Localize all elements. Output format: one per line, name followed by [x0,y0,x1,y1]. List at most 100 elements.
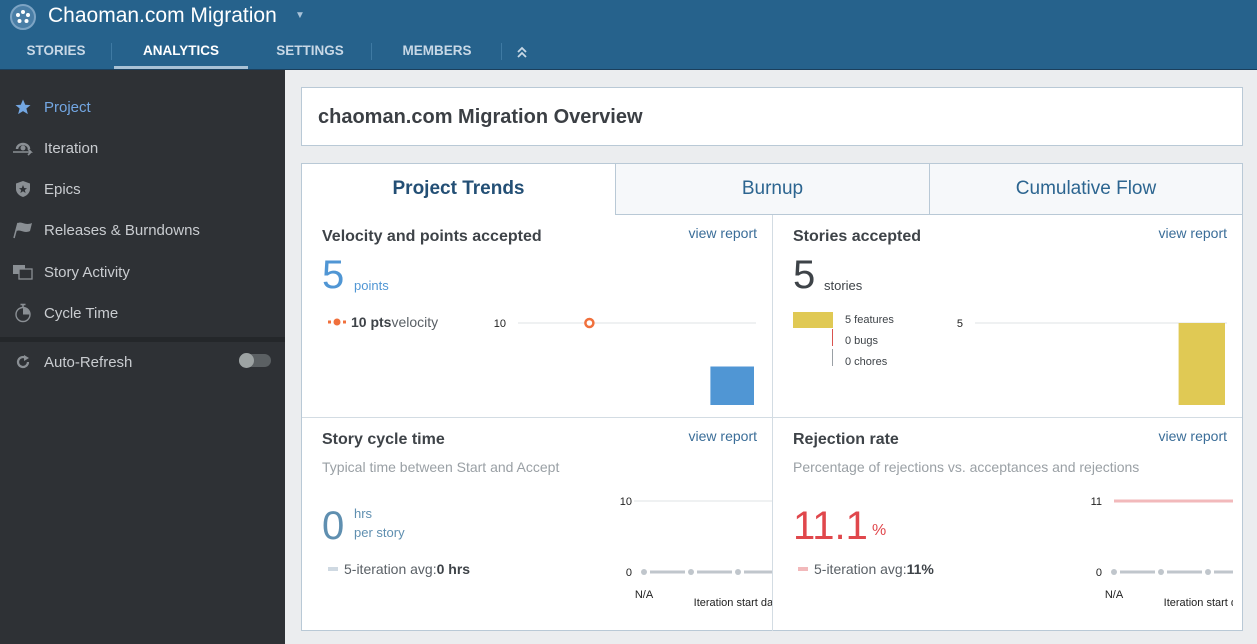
sidebar-item-story-activity[interactable]: Story Activity [0,252,285,292]
data-point [1158,569,1164,575]
view-report-link[interactable]: view report [1159,225,1227,241]
card-subtitle: Typical time between Start and Accept [322,459,560,475]
flag-icon [0,221,44,239]
tab-label: SETTINGS [276,43,344,58]
stories-card: Stories accepted view report 5 stories 5… [773,215,1242,417]
sidebar-item-label: Iteration [44,139,99,157]
tab-burnup[interactable]: Burnup [615,164,929,215]
bar [710,366,754,405]
view-report-link[interactable]: view report [1159,428,1227,444]
tab-stories[interactable]: STORIES [0,36,112,69]
cycle-time-unit-sub: per story [354,525,405,540]
tab-cumulative-flow[interactable]: Cumulative Flow [929,164,1242,215]
auto-refresh-toggle[interactable] [239,353,271,368]
tab-label: ANALYTICS [142,43,219,58]
avg-swatch [328,567,338,571]
data-point [1111,569,1117,575]
sidebar-item-epics[interactable]: Epics [0,169,285,209]
velocity-points-value: 5 [322,253,345,297]
y-tick-label: 5 [957,318,963,330]
avg-label: 5-iteration avg: [344,561,437,577]
project-title[interactable]: Chaoman.com Migration [48,4,277,28]
cycle-time-value: 0 [322,504,345,548]
cycle-time-chart: 010N/ACurrentIteration start date [620,496,772,609]
overview-header: chaoman.com Migration Overview [301,87,1243,146]
double-chevron-up-icon [517,46,527,58]
sidebar-item-label: Releases & Burndowns [44,221,200,239]
top-header: Chaoman.com Migration ▼ STORIES ANALYTIC… [0,0,1257,70]
collapse-header-button[interactable] [502,36,542,69]
card-title: Velocity and points accepted [322,228,542,245]
velocity-point [584,317,595,329]
sidebar-item-label: Project [44,98,91,116]
avg-value: 0 hrs [436,561,471,577]
main-nav: STORIES ANALYTICS SETTINGS MEMBERS [0,36,542,70]
y-tick-label: 11 [1091,496,1102,508]
page-title: chaoman.com Migration Overview [318,106,643,128]
report-tabs: Project Trends Burnup Cumulative Flow [302,164,1242,215]
data-point [641,569,647,575]
toggle-knob [239,353,254,368]
cycle-avg-legend: 5-iteration avg: 0 hrs [328,561,470,577]
card-title: Rejection rate [793,431,899,448]
view-report-link[interactable]: view report [689,428,757,444]
tab-label: STORIES [26,43,86,58]
auto-refresh-label: Auto-Refresh [44,353,133,371]
data-point [1205,569,1211,575]
y-tick-label: 10 [494,318,506,330]
features-swatch [793,312,833,328]
velocity-points-unit: points [354,278,389,293]
card-title: Story cycle time [322,431,445,448]
x-tick-label: N/A [635,589,654,601]
velocity-chart: 010N/AN/AN/AN/ACurrentIteration start da… [494,317,756,405]
velocity-legend-value: 10 pts [351,314,392,330]
sidebar-item-releases[interactable]: Releases & Burndowns [0,210,285,250]
chores-swatch [832,349,833,366]
stories-count-value: 5 [793,253,816,297]
sidebar-item-label: Story Activity [44,263,130,281]
data-point [688,569,694,575]
rejection-rate-chart: 011N/ACurrentIteration start date [1091,496,1233,609]
tab-analytics[interactable]: ANALYTICS [114,36,248,69]
bugs-swatch [832,329,833,346]
y-tick-label: 0 [1096,567,1102,579]
app-logo-icon[interactable] [10,4,36,30]
card-title: Stories accepted [793,228,922,245]
sidebar: Project Iteration Epics Releases & Burnd… [0,70,285,644]
velocity-marker-icon [328,318,346,326]
rejection-rate-unit: % [872,522,887,539]
sidebar-item-project[interactable]: Project [0,87,285,127]
analytics-panel: Project Trends Burnup Cumulative Flow Ve… [301,163,1243,631]
cycle-time-card: Story cycle time view report Typical tim… [302,418,772,631]
tab-members[interactable]: MEMBERS [372,36,502,69]
stories-chart: 05N/AN/AN/AN/ACurrentIteration start dat… [957,318,1227,405]
data-point [735,569,741,575]
view-report-link[interactable]: view report [689,225,757,241]
y-tick-label: 10 [620,496,632,508]
tab-settings[interactable]: SETTINGS [248,36,372,69]
avg-swatch [798,567,808,571]
bugs-count: 0 bugs [845,335,879,347]
star-icon [0,98,44,116]
auto-refresh-row: Auto-Refresh [0,342,285,382]
y-tick-label: 0 [626,567,632,579]
refresh-icon [0,354,44,370]
velocity-legend: 10 pts velocity [328,314,438,330]
velocity-legend-label: velocity [391,314,439,330]
sidebar-item-iteration[interactable]: Iteration [0,128,285,168]
rejection-rate-card: Rejection rate view report Percentage of… [773,418,1242,631]
sidebar-item-cycle-time[interactable]: Cycle Time [0,293,285,333]
shield-icon [0,180,44,198]
stopwatch-icon [0,303,44,323]
x-tick-label: N/A [1105,589,1124,601]
bar [1178,323,1225,405]
project-menu-caret-icon[interactable]: ▼ [295,10,305,21]
tab-project-trends[interactable]: Project Trends [302,164,615,215]
avg-label: 5-iteration avg: [814,561,907,577]
sidebar-item-label: Cycle Time [44,304,119,322]
x-axis-label: Iteration start date [1164,597,1233,609]
avg-value: 11% [906,561,934,577]
x-axis-label: Iteration start date [694,597,772,609]
stacked-cards-icon [0,264,44,280]
iteration-icon [0,140,44,156]
